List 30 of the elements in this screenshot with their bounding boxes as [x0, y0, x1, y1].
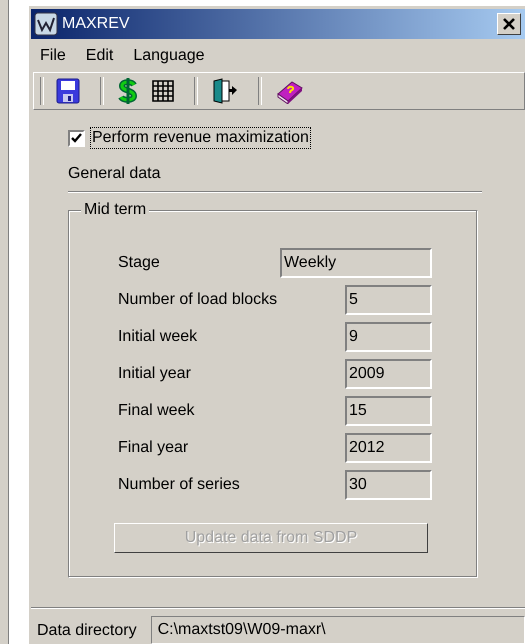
- directory-field[interactable]: C:\maxtst09\W09-maxr\: [150, 616, 525, 644]
- checkbox-label[interactable]: Perform revenue maximization: [90, 127, 311, 149]
- field-label: Number of series: [118, 476, 240, 494]
- menu-item[interactable]: Language: [133, 46, 205, 68]
- close-icon: [503, 18, 515, 30]
- field-label: Final year: [118, 439, 188, 457]
- input-field[interactable]: Weekly: [280, 248, 432, 278]
- field-label: Initial year: [118, 365, 191, 383]
- section-title: General data: [68, 165, 162, 183]
- menu-item[interactable]: File: [40, 46, 66, 68]
- app-icon: [34, 12, 58, 36]
- input-field[interactable]: 15: [344, 396, 432, 426]
- save-icon[interactable]: [56, 78, 80, 104]
- field-label: Number of load blocks: [118, 291, 278, 309]
- close-button[interactable]: [497, 13, 521, 35]
- status-label: Data directory: [36, 622, 137, 641]
- input-field[interactable]: 5: [344, 285, 432, 315]
- input-field[interactable]: 30: [344, 470, 432, 500]
- field-label: Initial week: [118, 328, 198, 346]
- field-label: Final week: [118, 402, 194, 420]
- input-field[interactable]: 9: [344, 322, 432, 352]
- grid-icon[interactable]: [152, 80, 174, 102]
- checkbox[interactable]: [68, 130, 85, 146]
- input-field[interactable]: 2009: [344, 359, 432, 389]
- exit-door-icon[interactable]: [212, 78, 238, 104]
- window-title: MAXREV: [62, 15, 130, 33]
- input-field[interactable]: 2012: [344, 433, 432, 463]
- menu-item[interactable]: Edit: [86, 46, 114, 68]
- dollar-icon[interactable]: [118, 78, 138, 104]
- field-label: Stage: [118, 254, 160, 272]
